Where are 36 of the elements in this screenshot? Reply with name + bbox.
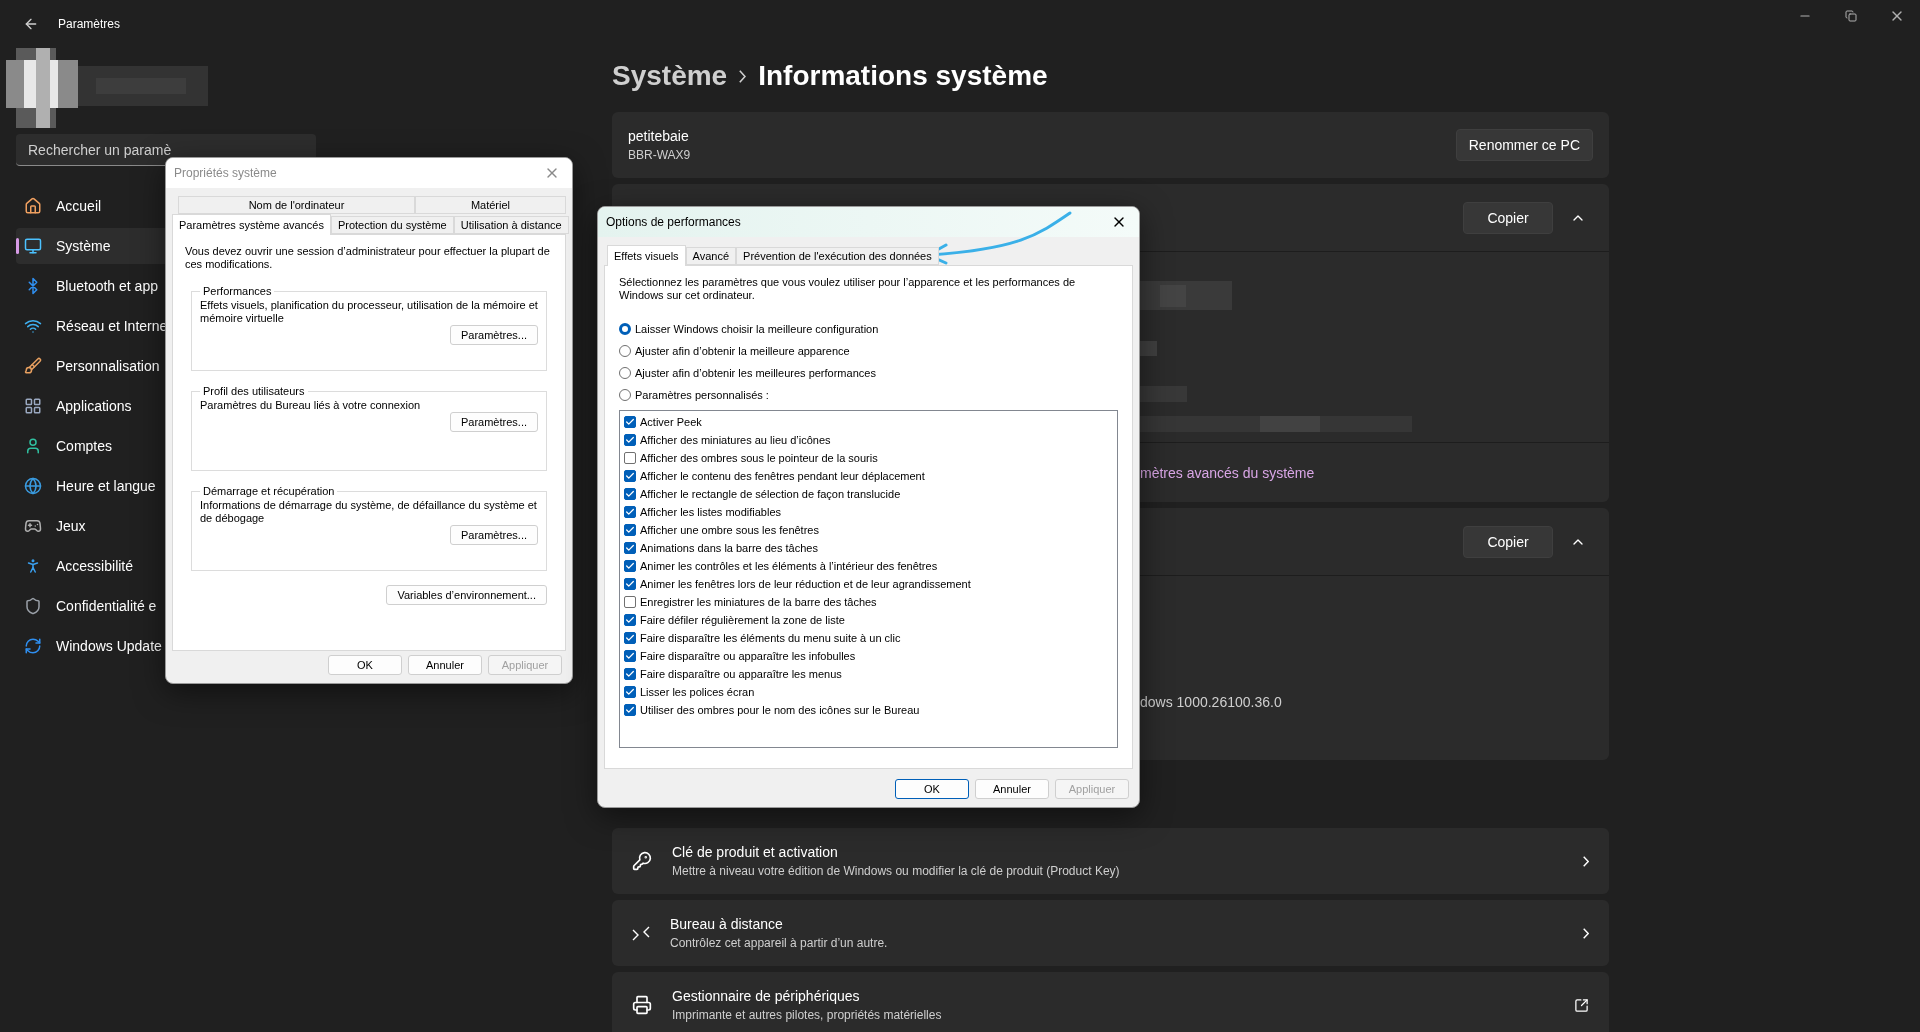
checkbox-label: Animer les fenêtres lors de leur réduction et de leur agrandissement <box>640 578 971 590</box>
checkbox-label: Enregistrer les miniatures de la barre des tâches <box>640 596 877 608</box>
radio-label: Laisser Windows choisir la meilleure configuration <box>635 323 879 335</box>
checkbox-label: Faire disparaître ou apparaître les infobulles <box>640 650 856 662</box>
device-name: petitebaie <box>628 128 690 144</box>
group-description: Informations de démarrage du système, de défaillance du système et de débogage <box>200 499 538 525</box>
checkbox-label: Animations dans la barre des tâches <box>640 542 818 554</box>
checkbox-label: Afficher des ombres sous le pointeur de la souris <box>640 452 878 464</box>
group-description: Effets visuels, planification du processeur, utilisation de la mémoire et mémoire virtuelle <box>200 299 538 325</box>
checkbox-label: Faire défiler régulièrement la zone de liste <box>640 614 845 626</box>
checkbox-label: Activer Peek <box>640 416 702 428</box>
dialog-title: Propriétés système <box>174 166 277 180</box>
radio-label: Paramètres personnalisés : <box>635 389 769 401</box>
page-title: Informations système <box>758 60 1048 92</box>
checkbox-label: Lisser les polices écran <box>640 686 755 698</box>
checkbox-label: Afficher les listes modifiables <box>640 506 782 518</box>
radio-label: Ajuster afin d’obtenir la meilleure apparence <box>635 345 850 357</box>
checkbox-label: Utiliser des ombres pour le nom des icônes sur le Bureau <box>640 704 920 716</box>
checkbox-label: Faire disparaître ou apparaître les menus <box>640 668 842 680</box>
intro-text: Sélectionnez les paramètres que vous voulez utiliser pour l’apparence et les performances de Windows sur cet ordinateur. <box>619 276 1077 302</box>
group-title: Démarrage et récupération <box>202 485 336 497</box>
app-title: Paramètres <box>58 17 121 31</box>
checkbox-label: Afficher le rectangle de sélection de façon translucide <box>640 488 901 500</box>
device-model: BBR-WAX9 <box>628 148 692 162</box>
checkbox-label: Afficher des miniatures au lieu d’icônes <box>640 434 831 446</box>
checkbox-label: Animer les contrôles et les éléments à l’intérieur des fenêtres <box>640 560 938 572</box>
version-text: dows 1000.26100.36.0 <box>1140 694 1283 710</box>
admin-notice: Vous devez ouvrir une session d’administrateur pour effectuer la plupart de ces modifications. <box>185 245 551 271</box>
checkbox-label: Faire disparaître les éléments du menu suite à un clic <box>640 632 901 644</box>
checkbox-label: Afficher le contenu des fenêtres pendant leur déplacement <box>640 470 925 482</box>
dialog-title: Options de performances <box>606 215 741 229</box>
checkbox-label: Afficher une ombre sous les fenêtres <box>640 524 819 536</box>
radio-label: Ajuster afin d’obtenir les meilleures performances <box>635 367 876 379</box>
group-title: Performances <box>202 285 273 297</box>
group-title: Profil des utilisateurs <box>202 385 306 397</box>
group-description: Paramètres du Bureau liés à votre connexion <box>200 399 422 412</box>
